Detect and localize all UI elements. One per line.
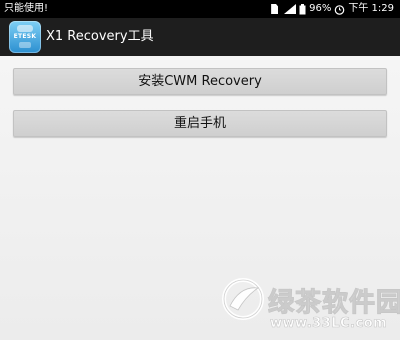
watermark-logo-icon <box>222 278 264 320</box>
status-icons: 96% 下午 1:29 <box>271 0 394 18</box>
status-carrier-text: 只能使用! <box>4 3 49 14</box>
reboot-phone-button[interactable]: 重启手机 <box>13 110 387 137</box>
app-icon[interactable]: ETESK <box>9 21 41 53</box>
status-bar: 只能使用! 96% 下午 1:29 <box>0 0 400 18</box>
app-icon-top-shape <box>17 25 33 32</box>
signal-icon <box>284 4 297 14</box>
action-bar: ETESK X1 Recovery工具 <box>0 18 400 56</box>
battery-icon <box>299 3 306 14</box>
watermark-url: www.33LC.com <box>270 316 388 332</box>
status-time: 下午 1:29 <box>348 3 394 14</box>
app-icon-text: ETESK <box>13 33 37 40</box>
install-cwm-recovery-button[interactable]: 安装CWM Recovery <box>13 68 387 95</box>
app-title: X1 Recovery工具 <box>46 29 154 44</box>
app-icon-bottom-shape <box>19 42 31 48</box>
watermark: 绿茶软件园 www.33LC.com <box>218 276 400 336</box>
sim-icon <box>271 4 279 14</box>
alarm-icon <box>335 4 345 15</box>
watermark-name: 绿茶软件园 <box>267 288 400 319</box>
battery-percent: 96% <box>309 3 332 14</box>
